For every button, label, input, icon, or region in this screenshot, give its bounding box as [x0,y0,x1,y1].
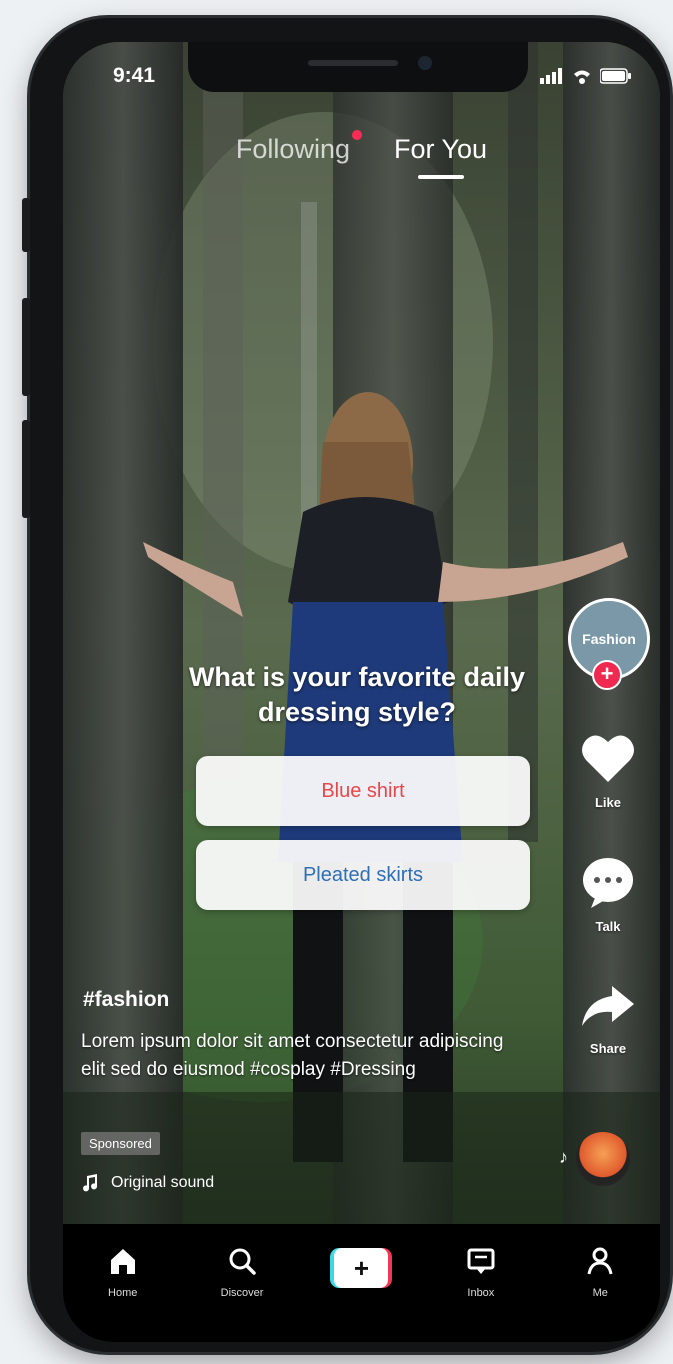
heart-icon[interactable] [580,732,636,784]
nav-discover-label: Discover [220,1287,264,1299]
bottom-nav: Home Discover + Inbox Me [63,1224,660,1342]
post-description: Lorem ipsum dolor sit amet consectetur a… [81,1031,504,1080]
poll-question: What is your favorite daily dressing sty… [188,662,526,727]
music-note-icon [83,1174,98,1192]
nav-inbox[interactable]: Inbox [436,1246,526,1299]
inbox-icon [467,1248,495,1274]
avatar-label: Fashion [582,631,636,647]
music-flow-icon: ♪ [559,1147,568,1167]
like-count: Like [594,795,621,810]
music-row[interactable]: Original sound [81,1174,214,1192]
like-action[interactable]: Like [568,732,648,810]
search-icon [229,1248,256,1275]
notification-dot [351,130,362,140]
nav-create[interactable]: + [316,1246,406,1288]
feed-tabs: Following For You [63,130,660,179]
music-title: Original sound [111,1174,215,1191]
share-count: Share [589,1041,627,1056]
status-bar: 9:41 [63,64,660,92]
profile-icon [587,1247,613,1275]
comment-icon[interactable] [581,856,635,908]
sponsored-chip: Sponsored [81,1132,160,1155]
comment-count: Talk [595,919,621,934]
nav-profile-label: Me [592,1287,608,1299]
nav-discover[interactable]: Discover [197,1246,287,1299]
music-disc[interactable] [576,1132,630,1186]
home-icon [110,1249,135,1274]
nav-profile[interactable]: Me [555,1246,645,1299]
tab-for-you[interactable]: For You [394,134,487,179]
nav-home[interactable]: Home [78,1246,168,1299]
tab-following-label: Following [235,134,350,164]
share-action[interactable]: Share [568,982,648,1056]
create-plus-icon[interactable]: + [330,1248,393,1288]
poll-option-2[interactable]: Pleated skirts [196,840,530,910]
side-button-volume-up [22,298,30,396]
signal-icon [540,68,562,84]
wifi-icon [574,70,590,84]
battery-icon [600,68,631,84]
nav-inbox-label: Inbox [467,1287,495,1299]
comment-action[interactable]: Talk [568,856,648,934]
poll-option-1[interactable]: Blue shirt [196,756,530,826]
share-arrow-icon[interactable] [580,982,636,1030]
status-time: 9:41 [113,64,156,87]
creator-avatar-block[interactable]: Fashion + [568,598,650,690]
nav-home-label: Home [108,1287,138,1299]
follow-plus-icon[interactable]: + [592,660,622,690]
status-icons [540,68,632,84]
app-screen: 9:41 Following For You What is your favo… [63,42,660,1342]
tab-for-you-label: For You [393,134,488,164]
tab-following[interactable]: Following [235,130,362,179]
post-username[interactable]: #fashion [83,988,169,1012]
create-plus-glyph: + [334,1248,389,1288]
side-button-action [22,198,30,252]
side-button-volume-down [22,420,30,518]
